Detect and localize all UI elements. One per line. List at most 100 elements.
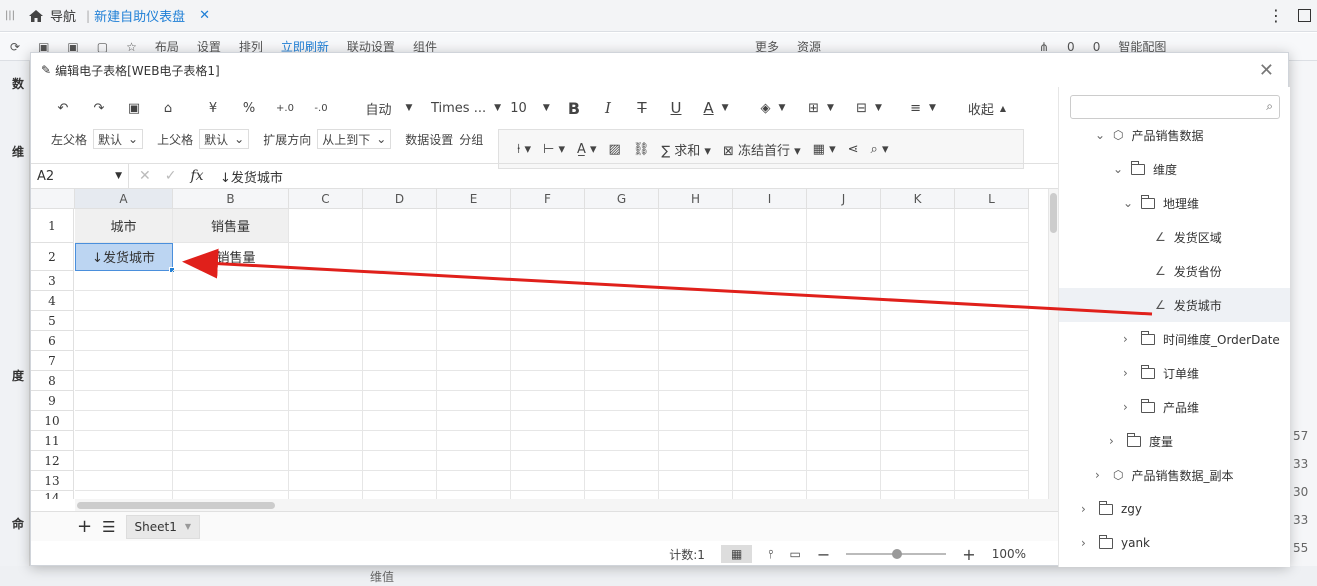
chevron-down-icon[interactable]: ⌄ — [1123, 196, 1133, 210]
cell-h4[interactable] — [659, 291, 733, 311]
tree-node[interactable]: › 订单维 — [1123, 356, 1199, 390]
cell-h7[interactable] — [659, 351, 733, 371]
cell-j14[interactable] — [807, 491, 881, 499]
row-header-10[interactable]: 10 — [31, 411, 74, 431]
chevron-right-icon[interactable]: › — [1123, 366, 1133, 380]
row-header-4[interactable]: 4 — [31, 291, 74, 311]
cell-a12[interactable] — [75, 451, 173, 471]
cell-d6[interactable] — [363, 331, 437, 351]
cell-d4[interactable] — [363, 291, 437, 311]
column-header-c[interactable]: C — [289, 189, 363, 209]
chevron-right-icon[interactable]: › — [1123, 332, 1133, 346]
normal-view-icon[interactable]: ▦ — [720, 545, 753, 563]
cell-d14[interactable] — [363, 491, 437, 499]
cell-l6[interactable] — [955, 331, 1029, 351]
cell-g11[interactable] — [585, 431, 659, 451]
cell-l7[interactable] — [955, 351, 1029, 371]
cell-a1[interactable]: 城市 — [75, 209, 173, 243]
cell-c7[interactable] — [289, 351, 363, 371]
cell-c10[interactable] — [289, 411, 363, 431]
cell-e3[interactable] — [437, 271, 511, 291]
link-icon[interactable]: ⛓ — [633, 142, 650, 157]
cell-a7[interactable] — [75, 351, 173, 371]
cell-h9[interactable] — [659, 391, 733, 411]
cell-k8[interactable] — [881, 371, 955, 391]
cell-a5[interactable] — [75, 311, 173, 331]
row-header-12[interactable]: 12 — [31, 451, 74, 471]
font-size-select[interactable]: 10 ▼ — [503, 94, 557, 122]
cell-a11[interactable] — [75, 431, 173, 451]
cell-g3[interactable] — [585, 271, 659, 291]
up-parent-select[interactable]: 默认 ⌄ — [199, 129, 250, 149]
cell-i12[interactable] — [733, 451, 807, 471]
cell-k11[interactable] — [881, 431, 955, 451]
cell-j6[interactable] — [807, 331, 881, 351]
cell-e8[interactable] — [437, 371, 511, 391]
cell-b4[interactable] — [173, 291, 289, 311]
valign-button[interactable]: ⍿ ▾ — [517, 142, 531, 157]
cell-a13[interactable] — [75, 471, 173, 491]
close-icon[interactable]: ✕ — [199, 8, 210, 23]
cancel-icon[interactable]: ✕ — [139, 168, 151, 184]
tab-navigation[interactable]: 导航 — [20, 6, 82, 25]
cell-j5[interactable] — [807, 311, 881, 331]
cell-i4[interactable] — [733, 291, 807, 311]
add-sheet-button[interactable]: + — [77, 516, 92, 537]
data-settings-button[interactable]: 数据设置 — [405, 131, 453, 148]
freeze-button[interactable]: ⊠ 冻结首行 ▾ — [723, 140, 801, 159]
confirm-icon[interactable]: ✓ — [165, 168, 177, 184]
row-header-5[interactable]: 5 — [31, 311, 74, 331]
cell-l8[interactable] — [955, 371, 1029, 391]
scroll-thumb[interactable] — [77, 502, 275, 509]
cell-c14[interactable] — [289, 491, 363, 499]
cell-f7[interactable] — [511, 351, 585, 371]
bold-button[interactable]: B — [557, 94, 591, 122]
cell-b8[interactable] — [173, 371, 289, 391]
cell-l9[interactable] — [955, 391, 1029, 411]
left-parent-select[interactable]: 默认 ⌄ — [93, 129, 144, 149]
percent-button[interactable]: % — [231, 94, 267, 122]
cell-f8[interactable] — [511, 371, 585, 391]
text-rotate-button[interactable]: A̲ ▾ — [577, 142, 597, 157]
cell-e6[interactable] — [437, 331, 511, 351]
cell-e13[interactable] — [437, 471, 511, 491]
cell-c8[interactable] — [289, 371, 363, 391]
cell-g12[interactable] — [585, 451, 659, 471]
cell-c5[interactable] — [289, 311, 363, 331]
cell-l11[interactable] — [955, 431, 1029, 451]
sheet-tab[interactable]: Sheet1 ▼ — [125, 514, 201, 539]
cell-a2[interactable]: ↓发货城市 — [75, 243, 173, 271]
cell-f2[interactable] — [511, 243, 585, 271]
cell-d9[interactable] — [363, 391, 437, 411]
cell-d11[interactable] — [363, 431, 437, 451]
chevron-right-icon[interactable]: › — [1095, 468, 1105, 482]
cell-i11[interactable] — [733, 431, 807, 451]
cell-e11[interactable] — [437, 431, 511, 451]
cell-e14[interactable] — [437, 491, 511, 499]
column-header-b[interactable]: B — [173, 189, 289, 209]
row-header-6[interactable]: 6 — [31, 331, 74, 351]
cell-c13[interactable] — [289, 471, 363, 491]
cell-k5[interactable] — [881, 311, 955, 331]
group-button[interactable]: 分组 — [459, 131, 483, 148]
cell-g1[interactable] — [585, 209, 659, 243]
column-header-a[interactable]: A — [75, 189, 173, 209]
currency-button[interactable]: ¥ — [195, 94, 231, 122]
cell-g9[interactable] — [585, 391, 659, 411]
cell-k1[interactable] — [881, 209, 955, 243]
cell-h12[interactable] — [659, 451, 733, 471]
cell-a4[interactable] — [75, 291, 173, 311]
row-header-3[interactable]: 3 — [31, 271, 74, 291]
search-button[interactable]: ⌕ ▾ — [871, 142, 889, 157]
cell-i13[interactable] — [733, 471, 807, 491]
cell-g13[interactable] — [585, 471, 659, 491]
cell-k4[interactable] — [881, 291, 955, 311]
chevron-down-icon[interactable]: ⌄ — [1113, 162, 1123, 176]
cell-h2[interactable] — [659, 243, 733, 271]
number-format-select[interactable]: 自动 ▼ — [349, 94, 429, 122]
undo-icon[interactable]: ↶ — [45, 94, 81, 122]
cell-j11[interactable] — [807, 431, 881, 451]
row-header-13[interactable]: 13 — [31, 471, 74, 491]
cell-e4[interactable] — [437, 291, 511, 311]
cell-h11[interactable] — [659, 431, 733, 451]
